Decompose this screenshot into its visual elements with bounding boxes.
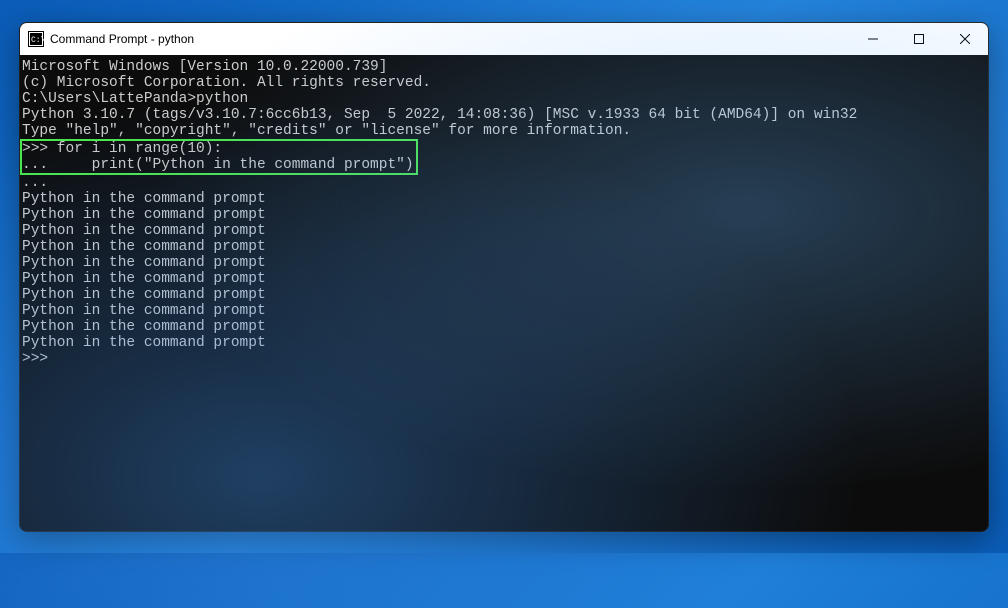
output-line: Python in the command prompt (22, 335, 986, 351)
output-line: Python in the command prompt (22, 191, 986, 207)
code-line: ... print("Python in the command prompt"… (22, 157, 414, 173)
output-line: Python in the command prompt (22, 303, 986, 319)
copyright-line: (c) Microsoft Corporation. All rights re… (22, 75, 986, 91)
continuation: ... (22, 175, 986, 191)
cmd-icon: C:\ (28, 31, 44, 47)
output-line: Python in the command prompt (22, 287, 986, 303)
python-version: Python 3.10.7 (tags/v3.10.7:6cc6b13, Sep… (22, 107, 986, 123)
window-title: Command Prompt - python (50, 32, 850, 46)
terminal-output[interactable]: Microsoft Windows [Version 10.0.22000.73… (20, 55, 988, 531)
python-help: Type "help", "copyright", "credits" or "… (22, 123, 986, 139)
repl-prompt: >>> (22, 351, 986, 367)
code-highlight: >>> for i in range(10):... print("Python… (20, 139, 418, 175)
os-header: Microsoft Windows [Version 10.0.22000.73… (22, 59, 986, 75)
output-line: Python in the command prompt (22, 271, 986, 287)
window-controls (850, 23, 988, 55)
titlebar[interactable]: C:\ Command Prompt - python (20, 23, 988, 55)
minimize-button[interactable] (850, 23, 896, 55)
output-line: Python in the command prompt (22, 207, 986, 223)
output-line: Python in the command prompt (22, 239, 986, 255)
code-line: >>> for i in range(10): (22, 141, 414, 157)
svg-text:C:\: C:\ (31, 36, 44, 45)
app-window: C:\ Command Prompt - python Microsoft Wi… (19, 22, 989, 532)
maximize-button[interactable] (896, 23, 942, 55)
close-button[interactable] (942, 23, 988, 55)
output-line: Python in the command prompt (22, 223, 986, 239)
prompt-line: C:\Users\LattePanda>python (22, 91, 986, 107)
output-line: Python in the command prompt (22, 255, 986, 271)
output-line: Python in the command prompt (22, 319, 986, 335)
